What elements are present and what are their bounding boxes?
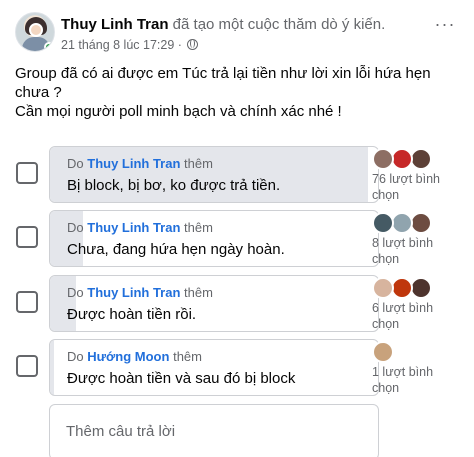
poll-voters[interactable]: 76 lượt bình chọn	[372, 146, 452, 203]
vote-count[interactable]: 6 lượt bình chọn	[372, 300, 452, 332]
add-answer-placeholder: Thêm câu trả lời	[66, 423, 176, 440]
poll-option-row: Do Thuy Linh Tran thêm Được hoàn tiền rồ…	[16, 275, 461, 333]
poll-option-added-by: Do Thuy Linh Tran thêm	[67, 220, 213, 235]
post-title-line: Thuy Linh Tran đã tạo một cuộc thăm dò ý…	[61, 16, 385, 33]
voter-avatars	[372, 341, 452, 365]
added-by-prefix: Do	[67, 285, 84, 300]
added-by-suffix: thêm	[184, 156, 213, 171]
poll-option-row: Do Thuy Linh Tran thêm Chưa, đang hứa hẹ…	[16, 210, 461, 268]
added-by-suffix: thêm	[173, 349, 202, 364]
voter-avatars	[372, 212, 452, 236]
poll-option[interactable]: Do Thuy Linh Tran thêm Chưa, đang hứa hẹ…	[49, 210, 379, 267]
vote-count[interactable]: 76 lượt bình chọn	[372, 171, 452, 203]
post-action-text: đã tạo một cuộc thăm dò ý kiến.	[172, 16, 386, 33]
voter-avatar	[372, 277, 394, 299]
voter-avatars	[372, 277, 452, 301]
poll-option-row: Do Thuy Linh Tran thêm Bị block, bị bơ, …	[16, 146, 461, 204]
poll-option[interactable]: Do Thuy Linh Tran thêm Được hoàn tiền rồ…	[49, 275, 379, 332]
more-options-icon[interactable]: ···	[430, 15, 460, 38]
poll-voters[interactable]: 8 lượt bình chọn	[372, 210, 452, 267]
voter-avatar	[410, 212, 432, 234]
poll-option-added-by: Do Thuy Linh Tran thêm	[67, 285, 213, 300]
post-body-line: Group đã có ai được em Túc trả lại tiền …	[15, 65, 431, 101]
poll-option-checkbox[interactable]	[16, 355, 38, 377]
poll-option-row: Do Hướng Moon thêm Được hoàn tiền và sau…	[16, 339, 461, 397]
voter-avatar	[372, 148, 394, 170]
post-meta: 21 tháng 8 lúc 17:29 ·	[61, 38, 199, 52]
meta-separator: ·	[177, 38, 182, 52]
voter-avatar	[391, 212, 413, 234]
voter-avatar	[372, 341, 394, 363]
poll-vote-bar	[50, 340, 55, 395]
poll-option-label: Chưa, đang hứa hẹn ngày hoàn.	[67, 241, 285, 258]
add-answer-input[interactable]: Thêm câu trả lời	[49, 404, 379, 457]
poll-option-label: Được hoàn tiền rồi.	[67, 306, 197, 323]
poll-option-checkbox[interactable]	[16, 226, 38, 248]
added-by-name[interactable]: Thuy Linh Tran	[87, 285, 180, 300]
globe-icon[interactable]	[187, 39, 199, 50]
avatar-face	[29, 23, 43, 37]
poll-voters[interactable]: 6 lượt bình chọn	[372, 275, 452, 332]
added-by-prefix: Do	[67, 349, 84, 364]
voter-avatars	[372, 148, 452, 172]
voter-avatar	[410, 148, 432, 170]
added-by-suffix: thêm	[184, 220, 213, 235]
voter-avatar	[391, 277, 413, 299]
added-by-name[interactable]: Hướng Moon	[87, 349, 169, 364]
voter-avatar	[410, 277, 432, 299]
poll-option-label: Được hoàn tiền và sau đó bị block	[67, 370, 296, 387]
added-by-prefix: Do	[67, 156, 84, 171]
poll-option[interactable]: Do Thuy Linh Tran thêm Bị block, bị bơ, …	[49, 146, 379, 203]
post-body-line: Cần mọi người poll minh bạch và chính xá…	[15, 103, 342, 120]
post-body: Group đã có ai được em Túc trả lại tiền …	[15, 64, 455, 121]
online-status-icon	[44, 42, 54, 51]
post-timestamp[interactable]: 21 tháng 8 lúc 17:29	[61, 38, 174, 52]
added-by-suffix: thêm	[184, 285, 213, 300]
vote-count[interactable]: 1 lượt bình chọn	[372, 364, 452, 396]
poll-option-checkbox[interactable]	[16, 291, 38, 313]
author-name[interactable]: Thuy Linh Tran	[61, 16, 169, 33]
vote-count[interactable]: 8 lượt bình chọn	[372, 235, 452, 267]
voter-avatar	[372, 212, 394, 234]
poll-option-checkbox[interactable]	[16, 162, 38, 184]
poll-option-added-by: Do Thuy Linh Tran thêm	[67, 156, 213, 171]
added-by-prefix: Do	[67, 220, 84, 235]
added-by-name[interactable]: Thuy Linh Tran	[87, 156, 180, 171]
poll-voters[interactable]: 1 lượt bình chọn	[372, 339, 452, 396]
added-by-name[interactable]: Thuy Linh Tran	[87, 220, 180, 235]
poll-option[interactable]: Do Hướng Moon thêm Được hoàn tiền và sau…	[49, 339, 379, 396]
voter-avatar	[391, 148, 413, 170]
post-header: Thuy Linh Tran đã tạo một cuộc thăm dò ý…	[15, 12, 460, 54]
author-avatar[interactable]	[15, 12, 55, 52]
poll-option-added-by: Do Hướng Moon thêm	[67, 349, 202, 364]
poll-option-label: Bị block, bị bơ, ko được trả tiền.	[67, 177, 281, 194]
